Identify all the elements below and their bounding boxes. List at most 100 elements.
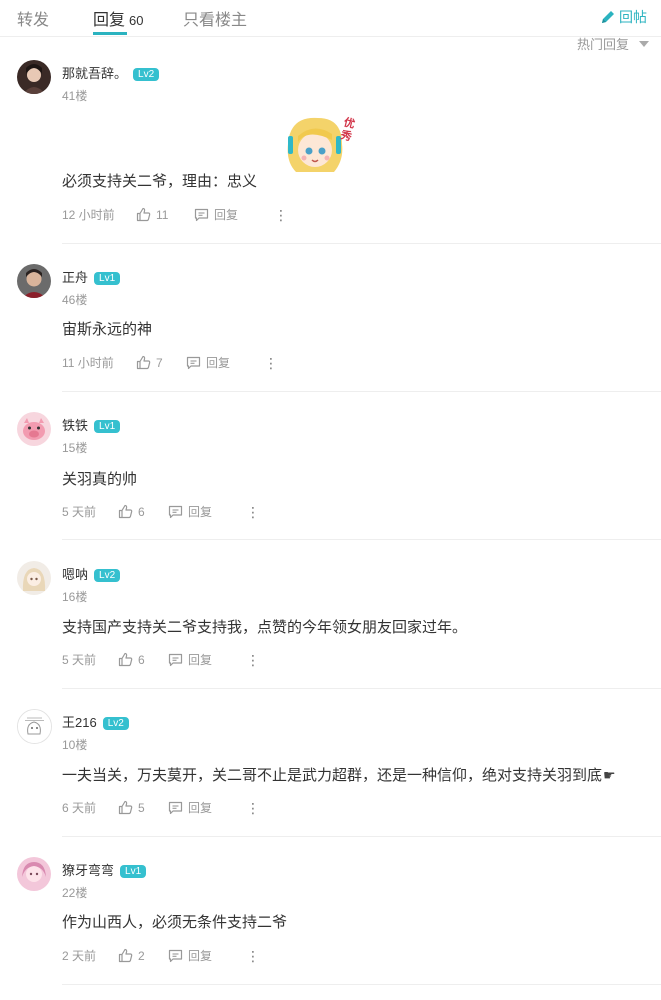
avatar[interactable] bbox=[17, 60, 51, 94]
comment-text: 必须支持关二爷，理由：忠义 bbox=[62, 173, 258, 190]
reply-label: 回复 bbox=[188, 653, 213, 667]
tab-replies-label: 回复 bbox=[93, 12, 126, 29]
username[interactable]: 獠牙弯弯 Lv1 bbox=[62, 860, 147, 879]
comment-icon bbox=[168, 653, 183, 666]
comment-text: 作为山西人，必须无条件支持二爷 bbox=[62, 914, 288, 931]
comment-icon bbox=[168, 505, 183, 518]
reply-label: 回复 bbox=[188, 949, 213, 963]
comment-item: 那就吾辞。 Lv2 41楼 优秀 必须支持关二爷，理由：忠义 12 小时前 11 … bbox=[0, 58, 661, 244]
comment-meta: 11 小时前 7 回复 ⋮ bbox=[62, 354, 278, 371]
like-button[interactable]: 6 bbox=[118, 652, 168, 667]
level-badge: Lv2 bbox=[94, 569, 121, 582]
timestamp: 5 天前 bbox=[62, 505, 97, 519]
floor-number: 41楼 bbox=[62, 89, 88, 103]
reply-label: 回复 bbox=[206, 356, 231, 370]
like-button[interactable]: 5 bbox=[118, 800, 168, 815]
divider bbox=[62, 688, 661, 689]
avatar[interactable] bbox=[17, 264, 51, 298]
pointing-finger-icon: ☛ bbox=[603, 767, 616, 783]
timestamp: 5 天前 bbox=[62, 653, 97, 667]
username[interactable]: 王216 Lv2 bbox=[62, 712, 129, 731]
tab-replies[interactable]: 回复 60 bbox=[93, 6, 143, 30]
username[interactable]: 铁铁 Lv1 bbox=[62, 415, 121, 434]
like-count: 7 bbox=[156, 355, 163, 370]
level-badge: Lv1 bbox=[94, 420, 121, 433]
reply-button[interactable]: 回复 bbox=[168, 947, 246, 964]
floor-number: 16楼 bbox=[62, 590, 88, 604]
thumbs-up-icon bbox=[136, 355, 151, 370]
level-badge: Lv1 bbox=[120, 865, 147, 878]
like-count: 6 bbox=[138, 504, 145, 519]
sort-label: 热门回复 bbox=[576, 37, 629, 52]
reply-label: 回复 bbox=[188, 505, 213, 519]
divider bbox=[62, 984, 661, 985]
avatar[interactable] bbox=[17, 709, 52, 744]
like-count: 11 bbox=[156, 207, 169, 222]
username[interactable]: 那就吾辞。 Lv2 bbox=[62, 63, 160, 82]
sort-dropdown[interactable]: 热门回复 bbox=[577, 34, 649, 53]
reply-label: 回复 bbox=[214, 208, 239, 222]
more-icon[interactable]: ⋮ bbox=[246, 949, 260, 963]
username[interactable]: 正舟 Lv1 bbox=[62, 267, 121, 286]
like-count: 6 bbox=[138, 652, 145, 667]
comment-item: 正舟 Lv1 46楼 宙斯永远的神 11 小时前 7 回复 ⋮ bbox=[0, 262, 661, 392]
like-button[interactable]: 7 bbox=[136, 355, 186, 370]
level-badge: Lv2 bbox=[102, 717, 129, 730]
avatar[interactable] bbox=[17, 412, 51, 446]
reply-label: 回复 bbox=[188, 801, 213, 815]
comment-meta: 5 天前 6 回复 ⋮ bbox=[62, 503, 260, 520]
avatar[interactable] bbox=[17, 857, 51, 891]
reply-button[interactable]: 回复 bbox=[168, 799, 246, 816]
more-icon[interactable]: ⋮ bbox=[246, 801, 260, 815]
tab-op-only[interactable]: 只看楼主 bbox=[183, 6, 247, 30]
more-icon[interactable]: ⋮ bbox=[246, 505, 260, 519]
comment-text: 关羽真的帅 bbox=[62, 471, 138, 488]
more-icon[interactable]: ⋮ bbox=[274, 208, 288, 222]
reply-post-label: 回帖 bbox=[619, 9, 647, 25]
like-button[interactable]: 11 bbox=[136, 207, 194, 222]
like-count: 2 bbox=[138, 948, 145, 963]
tab-repost[interactable]: 转发 bbox=[17, 6, 49, 30]
thumbs-up-icon bbox=[118, 948, 133, 963]
more-icon[interactable]: ⋮ bbox=[264, 356, 278, 370]
thumbs-up-icon bbox=[118, 800, 133, 815]
comment-item: 王216 Lv2 10楼 一夫当关，万夫莫开，关二哥不止是武力超群，还是一种信仰，… bbox=[0, 707, 661, 837]
comment-item: 獠牙弯弯 Lv1 22楼 作为山西人，必须无条件支持二爷 2 天前 2 回复 ⋮ bbox=[0, 855, 661, 995]
comment-meta: 12 小时前 11 回复 ⋮ bbox=[62, 206, 288, 223]
sticker-image: 优秀 bbox=[278, 110, 360, 182]
comment-icon bbox=[168, 949, 183, 962]
floor-number: 15楼 bbox=[62, 441, 88, 455]
timestamp: 2 天前 bbox=[62, 949, 97, 963]
thumbs-up-icon bbox=[118, 504, 133, 519]
comment-item: 嗯呐 Lv2 16楼 支持国产支持关二爷支持我，点赞的今年领女朋友回家过年。 5 … bbox=[0, 559, 661, 689]
comment-text: 宙斯永远的神 bbox=[62, 321, 153, 338]
floor-number: 46楼 bbox=[62, 293, 88, 307]
divider bbox=[62, 391, 661, 392]
username[interactable]: 嗯呐 Lv2 bbox=[62, 564, 121, 583]
comment-item: 铁铁 Lv1 15楼 关羽真的帅 5 天前 6 回复 ⋮ bbox=[0, 410, 661, 540]
like-button[interactable]: 6 bbox=[118, 504, 168, 519]
comment-text: 支持国产支持关二爷支持我，点赞的今年领女朋友回家过年。 bbox=[62, 619, 468, 636]
more-icon[interactable]: ⋮ bbox=[246, 653, 260, 667]
like-button[interactable]: 2 bbox=[118, 948, 168, 963]
comment-meta: 5 天前 6 回复 ⋮ bbox=[62, 651, 260, 668]
pencil-icon bbox=[602, 11, 614, 23]
floor-number: 22楼 bbox=[62, 886, 88, 900]
timestamp: 11 小时前 bbox=[62, 356, 114, 370]
reply-button[interactable]: 回复 bbox=[168, 651, 246, 668]
avatar[interactable] bbox=[17, 561, 51, 595]
reply-post-button[interactable]: 回帖 bbox=[601, 7, 647, 27]
reply-button[interactable]: 回复 bbox=[186, 354, 264, 371]
timestamp: 12 小时前 bbox=[62, 208, 115, 222]
comment-icon bbox=[168, 801, 183, 814]
thumbs-up-icon bbox=[136, 207, 151, 222]
chevron-down-icon bbox=[639, 40, 649, 47]
comment-text: 一夫当关，万夫莫开，关二哥不止是武力超群，还是一种信仰，绝对支持关羽到底☛ bbox=[62, 767, 616, 784]
active-tab-indicator bbox=[93, 32, 127, 35]
timestamp: 6 天前 bbox=[62, 801, 97, 815]
reply-button[interactable]: 回复 bbox=[168, 503, 246, 520]
tab-bar: 转发 回复 60 只看楼主 回帖 bbox=[0, 0, 661, 37]
reply-button[interactable]: 回复 bbox=[194, 206, 274, 223]
divider bbox=[62, 539, 661, 540]
comment-meta: 6 天前 5 回复 ⋮ bbox=[62, 799, 260, 816]
